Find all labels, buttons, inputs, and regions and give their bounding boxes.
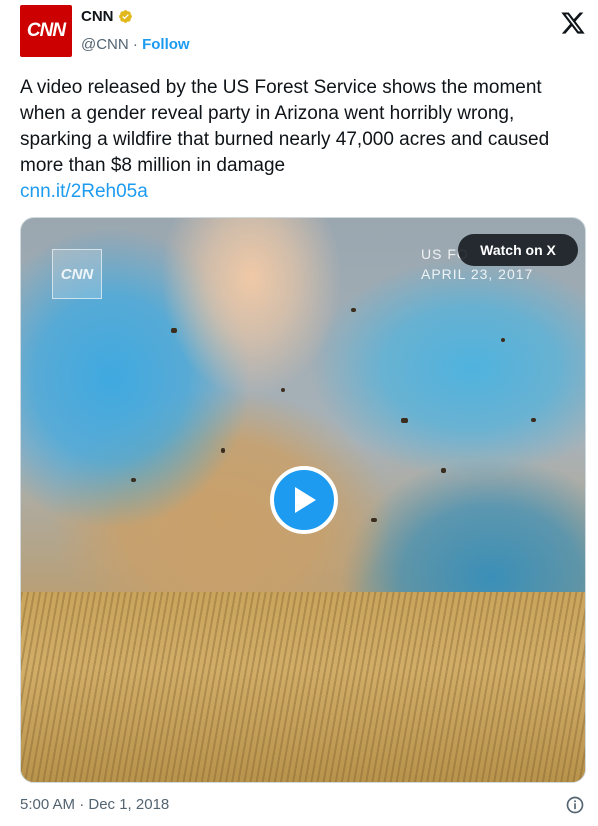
- debris-particle: [441, 468, 446, 473]
- video-thumbnail-grass: [21, 592, 585, 782]
- avatar[interactable]: CNN: [20, 5, 72, 57]
- watermark-text: CNN: [60, 265, 94, 283]
- follow-button[interactable]: Follow: [142, 36, 190, 53]
- tweet-link[interactable]: cnn.it/2Reh05a: [20, 179, 580, 205]
- debris-particle: [221, 448, 225, 453]
- author-name-line: CNN: [81, 8, 133, 25]
- debris-particle: [401, 418, 408, 423]
- avatar-logo-text: CNN: [26, 20, 66, 41]
- play-icon: [295, 487, 316, 513]
- debris-particle: [281, 388, 285, 392]
- debris-particle: [531, 418, 536, 422]
- info-icon[interactable]: [565, 795, 585, 815]
- video-player[interactable]: CNN US FO APRIL 23, 2017 Watch on X: [20, 217, 586, 783]
- author-handle-line: @CNN · Follow: [81, 36, 190, 53]
- debris-particle: [131, 478, 136, 482]
- tweet-body: A video released by the US Forest Servic…: [20, 75, 580, 205]
- x-logo-icon[interactable]: [560, 10, 586, 36]
- tweet-text: A video released by the US Forest Servic…: [20, 77, 550, 176]
- separator: ·: [128, 36, 143, 53]
- play-button[interactable]: [270, 466, 338, 534]
- author-name[interactable]: CNN: [81, 8, 114, 25]
- cnn-watermark: CNN: [52, 249, 102, 299]
- debris-particle: [351, 308, 356, 312]
- video-caption-date: APRIL 23, 2017: [421, 266, 534, 282]
- verified-badge-icon: [118, 10, 132, 23]
- debris-particle: [171, 328, 177, 333]
- tweet-header: CNN CNN @CNN · Follow: [20, 5, 586, 61]
- author-handle[interactable]: @CNN: [81, 36, 129, 53]
- watch-on-x-button[interactable]: Watch on X: [458, 234, 578, 266]
- debris-particle: [501, 338, 505, 342]
- tweet-timestamp[interactable]: 5:00 AM · Dec 1, 2018: [20, 796, 169, 813]
- debris-particle: [371, 518, 377, 522]
